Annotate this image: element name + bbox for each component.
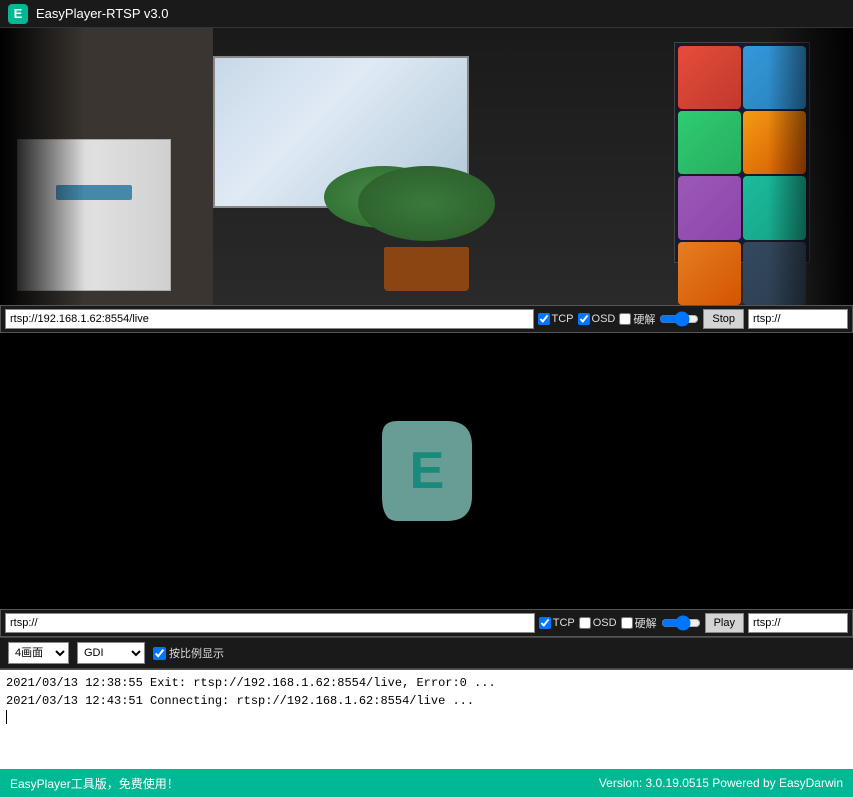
volume-slider-2[interactable] [661,616,701,630]
dark-right [768,28,853,305]
status-right: Version: 3.0.19.0515 Powered by EasyDarw… [599,776,843,790]
play-button[interactable]: Play [705,613,744,633]
app-logo: E [8,4,28,24]
video-row-bottom: E TCP OSD 硬解 [0,333,853,638]
dark-left [0,28,85,305]
volume-slider-1[interactable] [659,312,699,326]
status-left: EasyPlayer工具版，免费使用！ [10,775,179,792]
osd-checkbox-2[interactable] [579,617,591,629]
tcp-group-1: TCP [538,313,574,325]
logo-svg: E [372,416,482,526]
bottom-toolbar: 4画面 1画面 9画面 16画面 GDI OpenGL D3D 按比例显示 [0,637,853,669]
osd-checkbox-1[interactable] [578,313,590,325]
app-title: EasyPlayer-RTSP v3.0 [36,6,168,21]
log-line-2: 2021/03/13 12:43:51 Connecting: rtsp://1… [6,692,847,710]
control-bar-1: TCP OSD 硬解 Stop [0,305,853,333]
video2-url-input[interactable] [5,613,535,633]
plant [341,166,512,290]
kitchen-scene [0,28,853,305]
plant-leaves-1 [358,166,494,241]
video2-url-right[interactable] [748,613,848,633]
text-cursor [6,710,7,724]
log-cursor-line [6,710,847,724]
screen-icon [678,176,741,239]
video-area: [1280x720] {2021-03-13 12:45:35} [7Mbus]… [0,28,853,637]
hw-label-2: 硬解 [635,615,657,631]
tcp-label-2: TCP [553,617,575,629]
plant-pot [384,247,469,291]
osd-label-1: OSD [592,313,616,325]
layout-select[interactable]: 4画面 1画面 9画面 16画面 [8,642,69,664]
hw-group-2: 硬解 [621,615,657,631]
hw-checkbox-2[interactable] [621,617,633,629]
svg-text:E: E [409,442,444,500]
video1-url-right[interactable] [748,309,848,329]
statusbar: EasyPlayer工具版，免费使用！ Version: 3.0.19.0515… [0,769,853,797]
tcp-label-1: TCP [552,313,574,325]
screen-icon [678,46,741,109]
hw-group-1: 硬解 [619,311,655,327]
osd-label-2: OSD [593,617,617,629]
video-row-top: [1280x720] {2021-03-13 12:45:35} [7Mbus]… [0,28,853,333]
easyplayer-logo-icon: E [372,416,482,526]
render-select[interactable]: GDI OpenGL D3D [77,642,145,664]
screen-icon [678,242,741,305]
hw-label-1: 硬解 [633,311,655,327]
control-bar-2: TCP OSD 硬解 Play [0,609,853,637]
log-line-1: 2021/03/13 12:38:55 Exit: rtsp://192.168… [6,674,847,692]
aspect-ratio-label[interactable]: 按比例显示 [153,645,224,661]
log-area[interactable]: 2021/03/13 12:38:55 Exit: rtsp://192.168… [0,669,853,769]
video-cell-2: E TCP OSD 硬解 [0,333,853,638]
osd-group-1: OSD [578,313,616,325]
stop-button[interactable]: Stop [703,309,744,329]
aspect-ratio-checkbox[interactable] [153,647,166,660]
logo-panel: E [0,333,853,610]
video1-url-input[interactable] [5,309,534,329]
video-display-2: E [0,333,853,610]
tcp-group-2: TCP [539,617,575,629]
osd-group-2: OSD [579,617,617,629]
tcp-checkbox-1[interactable] [538,313,550,325]
video-display-1: [1280x720] {2021-03-13 12:45:35} [7Mbus]… [0,28,853,305]
titlebar: E EasyPlayer-RTSP v3.0 [0,0,853,28]
tcp-checkbox-2[interactable] [539,617,551,629]
screen-icon [678,111,741,174]
hw-checkbox-1[interactable] [619,313,631,325]
video-cell-1: [1280x720] {2021-03-13 12:45:35} [7Mbus]… [0,28,853,333]
